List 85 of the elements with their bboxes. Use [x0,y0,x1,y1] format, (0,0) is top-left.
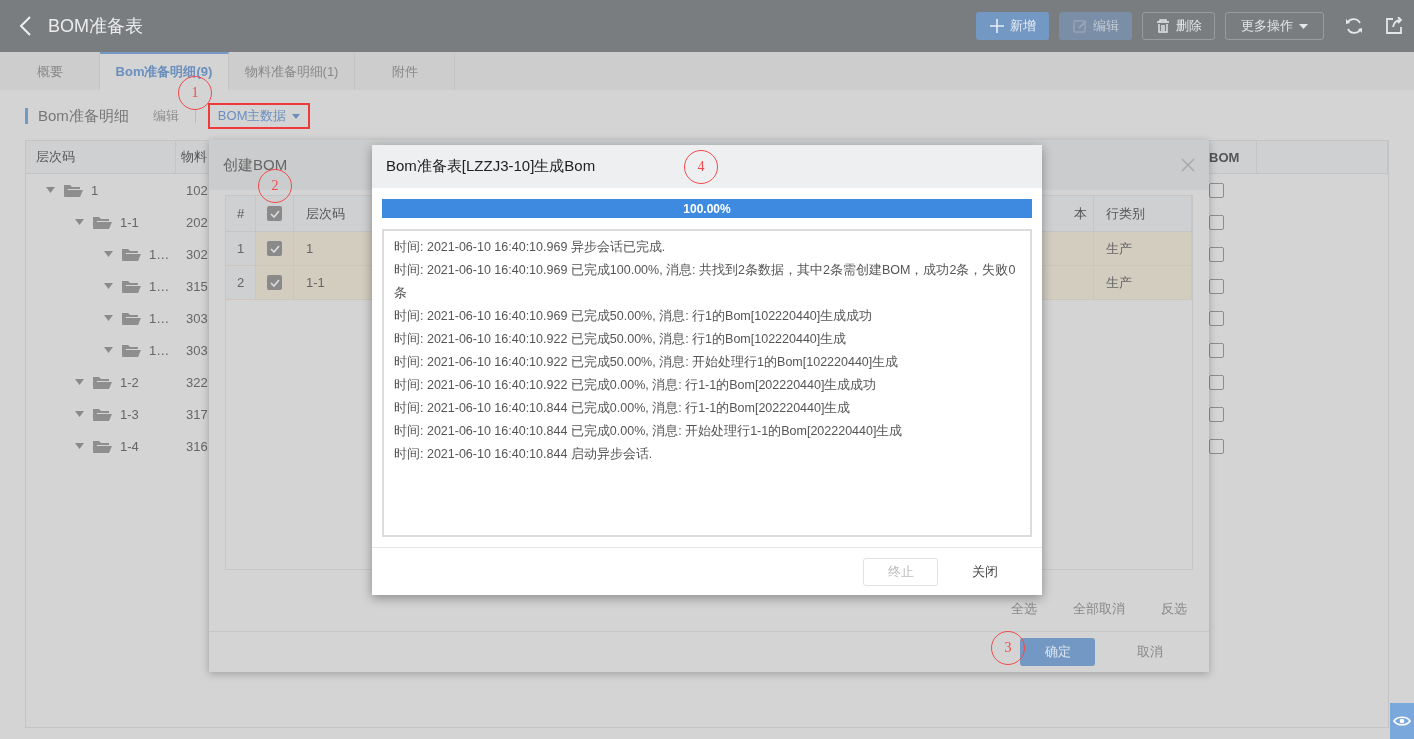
level-code: 1-1 [120,214,139,230]
level-code: 1… [149,278,170,294]
log-line: 时间: 2021-06-10 16:40:10.969 已完成50.00%, 消息: 行1的Bom[102220440]生成成功 [394,308,874,325]
column-header: 行类别 [1094,196,1192,231]
checkbox[interactable] [1209,278,1224,294]
toolbar-button[interactable]: 更多操作 [1225,12,1324,40]
page-title: BOM准备表 [48,15,144,38]
table-cell: 303 [186,342,208,358]
tab[interactable]: 附件 [355,52,455,90]
view-button[interactable] [1390,703,1414,739]
log-line: 时间: 2021-06-10 16:40:10.969 异步会话已完成. [394,239,667,256]
caret-icon [292,113,301,119]
table-cell: 生产 [1094,232,1192,265]
edit-link[interactable]: 编辑 [152,107,179,125]
checkbox[interactable] [1209,342,1224,358]
edit-icon [1072,19,1087,33]
folder-icon [121,342,141,358]
folder-icon [121,310,141,326]
row-number: 2 [226,266,256,299]
row-number: 1 [226,232,256,265]
trash-icon [1155,19,1170,33]
table-cell: 317 [186,406,208,422]
folder-icon [63,182,83,198]
eye-icon[interactable] [1393,715,1411,727]
check-icon [269,209,280,218]
table-cell: 315 [186,278,208,294]
checkbox[interactable] [1209,214,1224,230]
confirm-button[interactable]: 确定 [1020,638,1095,666]
log-line: 时间: 2021-06-10 16:40:10.922 已完成50.00%, 消息: 开始处理行1的Bom[102220440]生成 [394,354,900,371]
checkbox[interactable] [267,206,282,221]
toolbar-button[interactable]: 删除 [1142,12,1215,40]
folder-icon [92,438,112,454]
checkbox[interactable] [1209,310,1224,326]
log-line: 时间: 2021-06-10 16:40:10.922 已完成50.00%, 消息: 行1的Bom[102220440]生成 [394,331,848,348]
log-line: 时间: 2021-06-10 16:40:10.922 已完成0.00%, 消息: 行1-1的Bom[202220440]生成成功 [394,377,878,394]
folder-icon [92,374,112,390]
table-cell: 202 [186,214,208,230]
table-cell: 316 [186,438,208,454]
level-code: 1… [149,310,170,326]
caret-icon [1299,23,1308,29]
log-line: 时间: 2021-06-10 16:40:10.844 已完成0.00%, 消息: 行1-1的Bom[202220440]生成 [394,400,852,417]
log-line: 时间: 2021-06-10 16:40:10.844 已完成0.00%, 消息: 开始处理行1-1的Bom[202220440]生成 [394,423,904,440]
select-link[interactable]: 全选 [1011,600,1037,618]
checkbox[interactable] [1209,374,1224,390]
select-link[interactable]: 反选 [1161,600,1187,618]
checkbox[interactable] [1209,182,1224,198]
select-link[interactable]: 全部取消 [1073,600,1125,618]
folder-icon [121,246,141,262]
table-cell: 303 [186,310,208,326]
log-line: 时间: 2021-06-10 16:40:10.844 启动异步会话. [394,446,654,463]
level-code: 1 [91,182,99,198]
close-button[interactable]: 关闭 [966,561,1004,582]
table-cell: 302 [186,246,208,262]
column-header: 层次码 [26,141,176,173]
folder-icon [92,214,112,230]
checkbox[interactable] [1209,246,1224,262]
back-icon [18,15,32,37]
checkbox[interactable] [267,241,282,256]
folder-icon [121,278,141,294]
refresh-icon[interactable] [1345,17,1363,35]
check-icon [269,278,280,287]
folder-icon [92,406,112,422]
level-code: 1… [149,246,170,262]
tab[interactable]: 物料准备明细(1) [229,52,355,90]
share-icon[interactable] [1385,17,1403,35]
section-title: Bom准备明细 [38,106,129,126]
cancel-button[interactable]: 取消 [1131,642,1169,662]
table-cell: 102 [186,182,208,198]
section-marker [25,108,28,124]
toolbar-button[interactable]: 新增 [976,12,1049,40]
level-code: 1-2 [120,374,139,390]
level-code: 1… [149,342,170,358]
checkbox[interactable] [1209,406,1224,422]
data-menu-button[interactable]: BOM主数据 [207,103,311,129]
level-code: 1-4 [120,438,139,454]
dialog-title: Bom准备表[LZZJ3-10]生成Bom [386,157,596,176]
level-code: 1-3 [120,406,139,422]
check-icon [269,244,280,253]
close-icon[interactable] [1181,158,1195,172]
checkbox[interactable] [1209,438,1224,454]
checkbox[interactable] [267,275,282,290]
table-cell: 生产 [1094,266,1192,299]
progress-label: 100.00% [682,200,732,218]
table-cell: 322 [186,374,208,390]
plus-icon [989,19,1004,33]
